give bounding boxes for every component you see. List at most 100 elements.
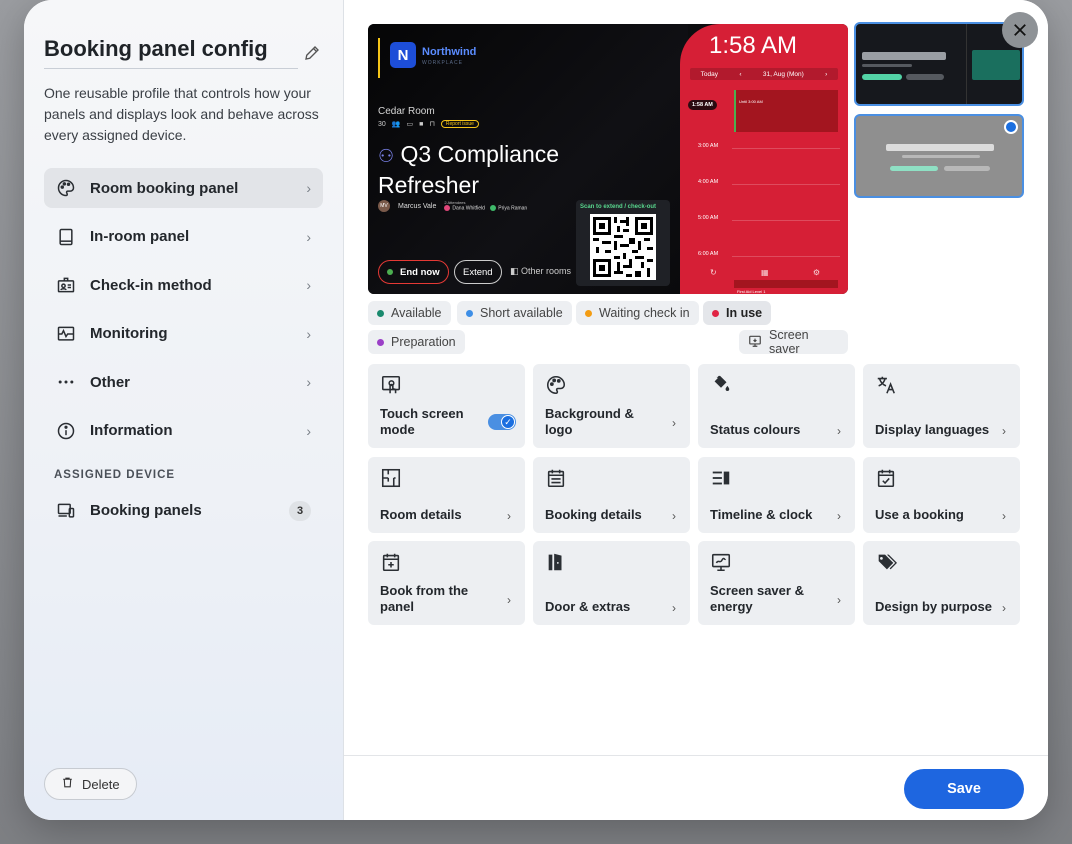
tile-label: Room details xyxy=(380,507,462,522)
sidebar-item-label: Information xyxy=(90,422,173,439)
tile-label: Door & extras xyxy=(545,599,631,614)
door-icon xyxy=(545,553,567,577)
layout-thumbnail-dark[interactable] xyxy=(854,22,1024,106)
chip-label: Screen saver xyxy=(769,328,809,356)
sidebar-item-booking-panels[interactable]: Booking panels 3 xyxy=(44,491,323,531)
sidebar-item-information[interactable]: Information › xyxy=(44,411,323,451)
gridline xyxy=(732,220,840,221)
tile-booking-details[interactable]: Booking details › xyxy=(533,457,690,533)
chevron-right-icon: › xyxy=(672,509,676,523)
tile-design-by-purpose[interactable]: Design by purpose › xyxy=(863,541,1020,625)
delete-button[interactable]: Delete xyxy=(44,768,137,800)
tile-room-details[interactable]: Room details › xyxy=(368,457,525,533)
status-chip-preparation[interactable]: Preparation xyxy=(368,330,465,354)
sidebar-item-label: Monitoring xyxy=(90,325,168,342)
chevron-right-icon: › xyxy=(672,601,676,615)
organizer-name: Marcus Vale xyxy=(398,202,437,210)
preview-timeline: 1:58 AM Today ‹ 31, Aug (Mon) › Until 3:… xyxy=(680,24,848,294)
organizer-avatar: MV xyxy=(378,200,390,212)
chevron-left-icon: ‹ xyxy=(739,70,742,78)
assigned-device-heading: ASSIGNED DEVICE xyxy=(54,468,176,481)
modal-footer: Save xyxy=(344,755,1048,820)
brand-logo: N xyxy=(390,42,416,68)
tile-label: Display languages xyxy=(875,422,990,437)
palette-icon xyxy=(545,375,567,400)
check-icon: ✓ xyxy=(501,415,515,429)
logo-accent-bar xyxy=(378,38,380,78)
tile-touch-screen-mode[interactable]: Touch screen mode ✓ xyxy=(368,364,525,448)
tile-display-languages[interactable]: Display languages › xyxy=(863,364,1020,448)
sidebar-item-monitoring[interactable]: Monitoring › xyxy=(44,314,323,354)
sidebar-item-other[interactable]: Other › xyxy=(44,362,323,402)
sidebar-item-in-room-panel[interactable]: In-room panel › xyxy=(44,217,323,257)
status-chip-available[interactable]: Available xyxy=(368,301,451,325)
time-label: 4:00 AM xyxy=(698,179,719,185)
tile-door-extras[interactable]: Door & extras › xyxy=(533,541,690,625)
chevron-right-icon: › xyxy=(306,374,311,390)
touch-icon xyxy=(380,375,402,400)
save-button[interactable]: Save xyxy=(904,769,1024,809)
sidebar-item-room-booking-panel[interactable]: Room booking panel › xyxy=(44,168,323,208)
tile-background-logo[interactable]: Background & logo › xyxy=(533,364,690,448)
end-now-label: End now xyxy=(400,266,440,278)
tile-use-a-booking[interactable]: Use a booking › xyxy=(863,457,1020,533)
calendar-check-icon xyxy=(875,469,897,493)
chevron-right-icon: › xyxy=(1002,424,1006,438)
devices-icon xyxy=(56,501,76,521)
paint-bucket-icon xyxy=(710,375,732,400)
selected-radio[interactable] xyxy=(1004,120,1018,134)
people-icon: 👥 xyxy=(391,121,401,128)
chip-label: Preparation xyxy=(391,335,456,349)
close-icon xyxy=(1014,24,1026,36)
tile-timeline-clock[interactable]: Timeline & clock › xyxy=(698,457,855,533)
chevron-right-icon: › xyxy=(825,70,828,78)
tile-label: Background & logo xyxy=(545,406,634,437)
meeting-title-text: Q3 Compliance Refresher xyxy=(378,141,560,198)
main-content: N Northwind WORKPLACE Cedar Room 30 👥 ▭ … xyxy=(344,0,1048,820)
status-chip-short-available[interactable]: Short available xyxy=(457,301,572,325)
booking-block-label: Until 3:00 AM xyxy=(739,99,763,104)
screen-saver-chip[interactable]: Screen saver xyxy=(739,328,848,356)
sidebar-item-label: In-room panel xyxy=(90,228,190,245)
current-booking-block: Until 3:00 AM xyxy=(734,90,838,132)
chevron-right-icon: › xyxy=(672,416,676,430)
count-badge: 3 xyxy=(289,500,311,521)
status-chip-in-use[interactable]: In use xyxy=(703,301,772,325)
sidebar-item-label: Other xyxy=(90,373,131,391)
close-button[interactable] xyxy=(1002,12,1038,48)
booking-block-label: First Aid Level 1 xyxy=(737,289,766,294)
now-indicator: 1:58 AM xyxy=(688,100,717,110)
layout-thumbnail-light[interactable] xyxy=(854,114,1024,198)
camera-icon: ■ xyxy=(419,120,424,128)
tile-label: Booking details xyxy=(545,507,642,522)
qr-label: Scan to extend / check-out xyxy=(580,204,657,210)
report-issue-button: Report issue xyxy=(440,120,479,128)
chevron-right-icon: › xyxy=(306,180,311,196)
chevron-right-icon: › xyxy=(507,593,511,607)
tablet-icon xyxy=(56,227,76,247)
config-modal: Booking panel config One reusable profil… xyxy=(24,0,1048,820)
calendar-list-icon xyxy=(545,469,567,493)
info-icon xyxy=(56,421,76,441)
attendee-name: Priya Raman xyxy=(498,205,528,212)
chevron-right-icon: › xyxy=(1002,601,1006,615)
ellipsis-icon xyxy=(56,372,76,392)
meeting-title: ⚇ Q3 Compliance Refresher xyxy=(378,140,578,200)
status-chip-waiting-check-in[interactable]: Waiting check in xyxy=(576,301,699,325)
sidebar-item-check-in-method[interactable]: Check-in method › xyxy=(44,265,323,305)
status-dot xyxy=(377,309,384,317)
pencil-icon[interactable] xyxy=(303,44,321,62)
touch-screen-toggle[interactable]: ✓ xyxy=(488,414,516,430)
tile-status-colours[interactable]: Status colours › xyxy=(698,364,855,448)
chip-label: In use xyxy=(726,306,763,320)
brand-subtitle: WORKPLACE xyxy=(422,60,463,66)
teams-icon: ⚇ xyxy=(378,146,395,166)
room-amenities: 30 👥 ▭ ■ ⊓ Report issue xyxy=(378,120,479,128)
monitor-pulse-icon xyxy=(56,324,76,344)
next-booking-block: First Aid Level 1 xyxy=(734,280,838,294)
chevron-right-icon: › xyxy=(507,509,511,523)
projector-icon: ⊓ xyxy=(429,121,435,128)
status-dot xyxy=(585,309,592,317)
tile-screen-saver-energy[interactable]: Screen saver & energy › xyxy=(698,541,855,625)
tile-book-from-panel[interactable]: Book from the panel › xyxy=(368,541,525,625)
